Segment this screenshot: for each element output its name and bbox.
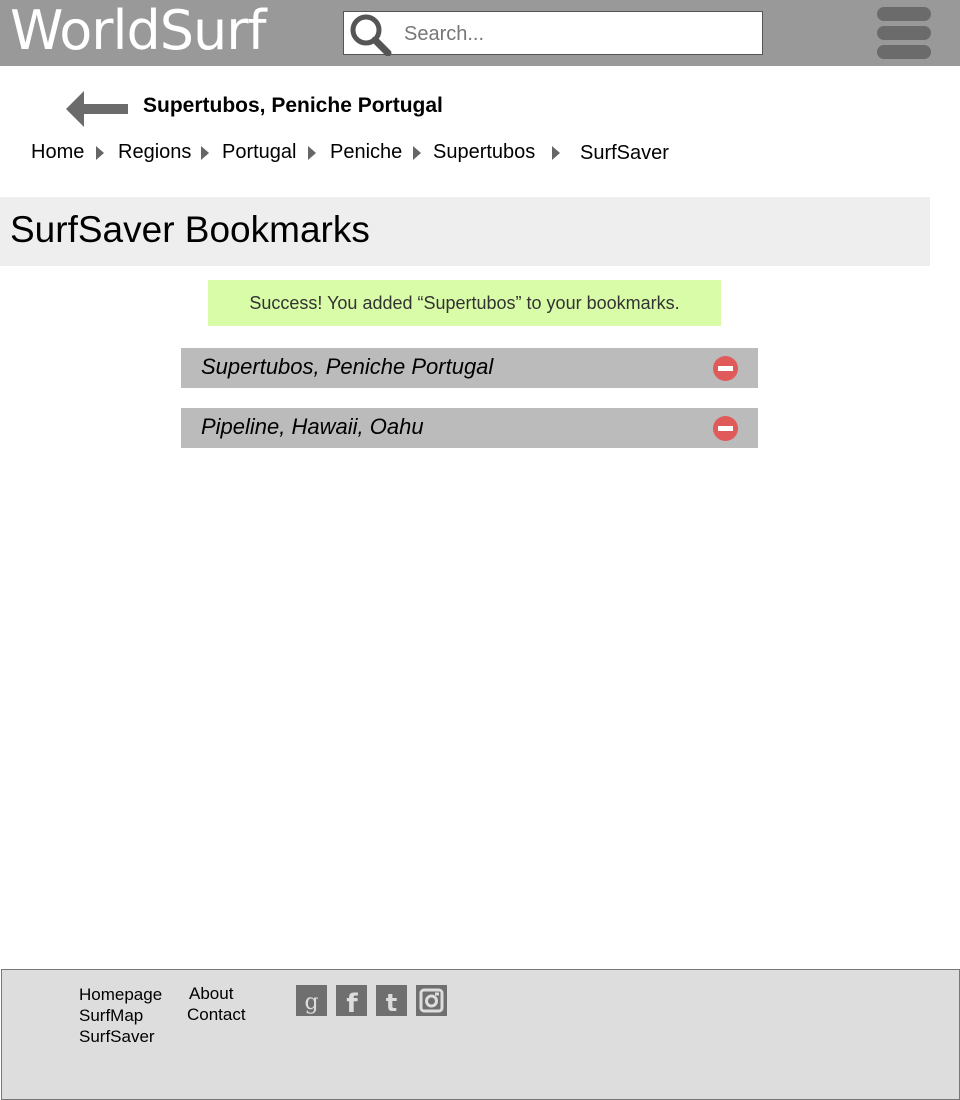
instagram-icon[interactable] (416, 985, 447, 1016)
menu-bar-icon (877, 45, 931, 59)
breadcrumb-regions[interactable]: Regions (118, 141, 191, 164)
remove-icon[interactable] (713, 416, 738, 441)
menu-bar-icon (877, 26, 931, 40)
footer-link-surfsaver[interactable]: SurfSaver (79, 1027, 155, 1047)
spot-title: Supertubos, Peniche Portugal (143, 94, 443, 117)
bookmark-item[interactable]: Supertubos, Peniche Portugal (181, 348, 758, 388)
svg-text:f: f (346, 989, 358, 1016)
svg-text:g: g (304, 990, 318, 1015)
svg-text:t: t (386, 989, 397, 1016)
chevron-right-icon (96, 146, 104, 160)
menu-bar-icon (877, 7, 931, 21)
search-input[interactable] (402, 18, 746, 50)
footer-link-contact[interactable]: Contact (187, 1005, 246, 1025)
logo[interactable]: WorldSurf (10, 0, 266, 66)
chevron-right-icon (413, 146, 421, 160)
success-message: Success! You added “Supertubos” to your … (208, 280, 721, 326)
search-box[interactable] (343, 11, 763, 56)
breadcrumb-peniche[interactable]: Peniche (330, 141, 402, 164)
chevron-right-icon (308, 146, 316, 160)
bookmark-label[interactable]: Pipeline, Hawaii, Oahu (201, 414, 424, 440)
section-header: SurfSaver Bookmarks (0, 197, 930, 266)
remove-icon[interactable] (713, 356, 738, 381)
hamburger-menu-button[interactable] (876, 6, 932, 62)
footer: Homepage SurfMap SurfSaver About Contact… (1, 969, 960, 1100)
bookmark-label[interactable]: Supertubos, Peniche Portugal (201, 354, 493, 380)
breadcrumb: Home Regions Portugal Peniche Supertubos… (0, 138, 960, 168)
chevron-right-icon (201, 146, 209, 160)
footer-link-about[interactable]: About (189, 984, 233, 1004)
footer-link-homepage[interactable]: Homepage (79, 985, 162, 1005)
top-bar: WorldSurf (0, 0, 960, 66)
breadcrumb-surfsaver[interactable]: SurfSaver (580, 142, 669, 165)
back-arrow-icon[interactable] (64, 90, 130, 128)
breadcrumb-portugal[interactable]: Portugal (222, 141, 297, 164)
search-icon[interactable] (346, 12, 392, 56)
bookmark-item[interactable]: Pipeline, Hawaii, Oahu (181, 408, 758, 448)
breadcrumb-supertubos[interactable]: Supertubos (433, 141, 535, 164)
facebook-icon[interactable]: f (336, 985, 367, 1016)
footer-link-surfmap[interactable]: SurfMap (79, 1006, 143, 1026)
breadcrumb-home[interactable]: Home (31, 141, 84, 164)
page-title: SurfSaver Bookmarks (10, 209, 370, 250)
google-plus-icon[interactable]: g (296, 985, 327, 1016)
twitter-icon[interactable]: t (376, 985, 407, 1016)
chevron-right-icon (552, 146, 560, 160)
